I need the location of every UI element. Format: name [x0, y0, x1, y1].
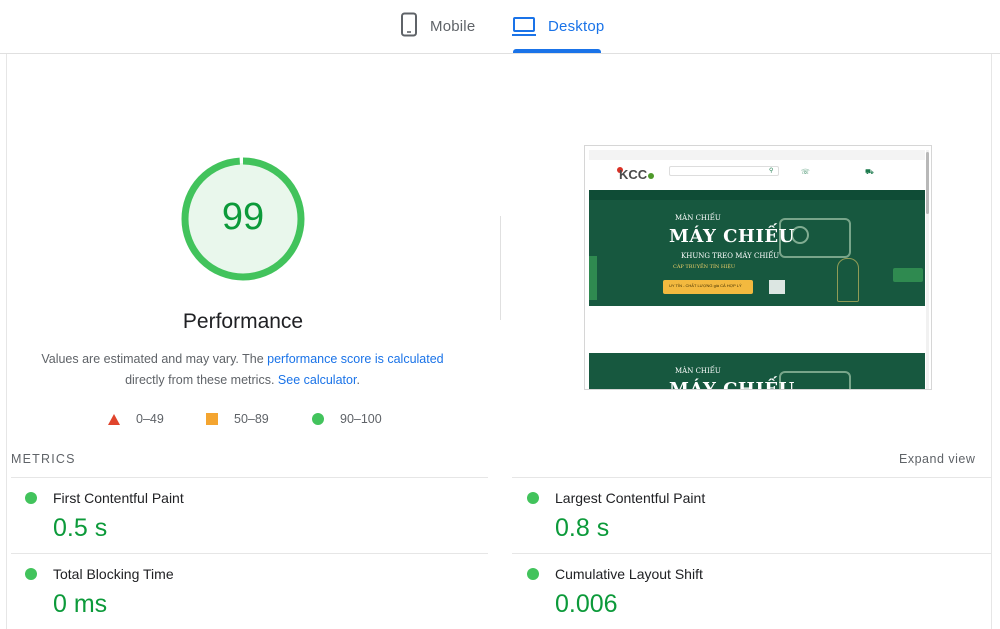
- metric-fcp-label: First Contentful Paint: [53, 490, 184, 506]
- metric-pass-icon: [25, 568, 37, 580]
- screen-illustration: [769, 280, 785, 294]
- legend-pass: 90–100: [312, 411, 382, 427]
- performance-title: Performance: [182, 310, 304, 333]
- thumb-banner-pill-text: UY TÍN - CHẤT LƯỢNG giá CẢ HỢP LÝ: [669, 283, 742, 288]
- thumb-scrollbar[interactable]: [926, 152, 929, 214]
- metric-cls-value: 0.006: [555, 590, 618, 618]
- thumb-banner-big: MÁY CHIẾU: [669, 226, 795, 247]
- metric-pass-icon: [527, 492, 539, 504]
- description-text-1: Values are estimated and may vary. The: [41, 352, 268, 366]
- thumb-banner2-big: MÁY CHIẾU: [669, 379, 795, 390]
- mobile-phone-icon: [400, 12, 418, 43]
- thumb-search-icon: ⚲: [769, 168, 774, 174]
- active-tab-indicator: [513, 49, 601, 53]
- thumb-logo-leaf-icon: [648, 173, 654, 179]
- legend-average: 50–89: [206, 411, 269, 427]
- tab-mobile-label: Mobile: [430, 18, 476, 35]
- description-text-3: .: [356, 373, 360, 387]
- thumb-banner-repeat: MÀN CHIẾU MÁY CHIẾU: [589, 353, 925, 390]
- panel-left-border: [6, 54, 7, 629]
- legend-pass-label: 90–100: [340, 412, 382, 426]
- thumb-banner-sub: CÁP TRUYỀN TÍN HIỆU: [673, 264, 736, 270]
- thumb-cart-icon: ⛟: [865, 169, 874, 176]
- metrics-header: METRICS: [11, 452, 76, 466]
- orange-square-icon: [206, 413, 218, 425]
- metric-divider: [11, 553, 488, 554]
- metric-fcp-value: 0.5 s: [53, 514, 108, 542]
- thumb-navbar: [589, 190, 925, 200]
- thumb-banner-small: MÀN CHIẾU: [675, 214, 721, 222]
- tab-desktop[interactable]: Desktop: [512, 12, 604, 52]
- thumb-contact-tab: [893, 268, 923, 282]
- thumb-banner-mid: KHUNG TREO MÁY CHIẾU: [681, 252, 780, 260]
- thumb-topbar: [589, 150, 925, 160]
- legend-fail-label: 0–49: [136, 412, 164, 426]
- metric-divider: [11, 477, 488, 478]
- performance-score: 99: [221, 196, 265, 238]
- metric-divider: [512, 477, 992, 478]
- metric-pass-icon: [527, 568, 539, 580]
- metric-tbt-value: 0 ms: [53, 590, 108, 618]
- metric-tbt-label: Total Blocking Time: [53, 566, 174, 582]
- tab-mobile[interactable]: Mobile: [400, 12, 475, 52]
- tab-desktop-label: Desktop: [548, 18, 605, 35]
- score-description: Values are estimated and may vary. The p…: [40, 349, 445, 391]
- red-triangle-icon: [108, 413, 120, 425]
- device-tabs: Mobile Desktop: [0, 0, 1000, 54]
- thumb-banner2-small: MÀN CHIẾU: [675, 367, 721, 375]
- green-circle-icon: [312, 413, 324, 425]
- metric-cls-label: Cumulative Layout Shift: [555, 566, 703, 582]
- page-screenshot-thumbnail[interactable]: KCC ⚲ ☏ ⛟ MÀN CHIẾU MÁY CHIẾU KHUNG TREO…: [584, 145, 932, 390]
- thumb-phone-icon: ☏: [801, 169, 810, 176]
- description-text-2: directly from these metrics.: [125, 373, 278, 387]
- thumb-search-box: [669, 166, 779, 176]
- thumb-site-header: KCC ⚲ ☏ ⛟: [589, 160, 925, 190]
- panel-right-border: [991, 54, 992, 629]
- legend-average-label: 50–89: [234, 412, 269, 426]
- legend-fail: 0–49: [108, 411, 164, 427]
- performance-score-link[interactable]: performance score is calculated: [267, 352, 443, 366]
- see-calculator-link[interactable]: See calculator: [278, 373, 357, 387]
- metric-lcp-label: Largest Contentful Paint: [555, 490, 706, 506]
- performance-gauge[interactable]: 99: [180, 156, 306, 282]
- thumb-banner: MÀN CHIẾU MÁY CHIẾU KHUNG TREO MÁY CHIẾU…: [589, 200, 925, 306]
- thumb-logo: KCC: [619, 167, 648, 182]
- thumb-side-tab: [589, 256, 597, 300]
- vertical-divider: [500, 216, 501, 320]
- person-illustration: [837, 258, 859, 302]
- metric-lcp-value: 0.8 s: [555, 514, 610, 542]
- expand-view-button[interactable]: Expand view: [899, 452, 975, 466]
- laptop-icon: [512, 12, 536, 43]
- projector-illustration-2: [779, 371, 851, 389]
- metric-pass-icon: [25, 492, 37, 504]
- metric-divider: [512, 553, 992, 554]
